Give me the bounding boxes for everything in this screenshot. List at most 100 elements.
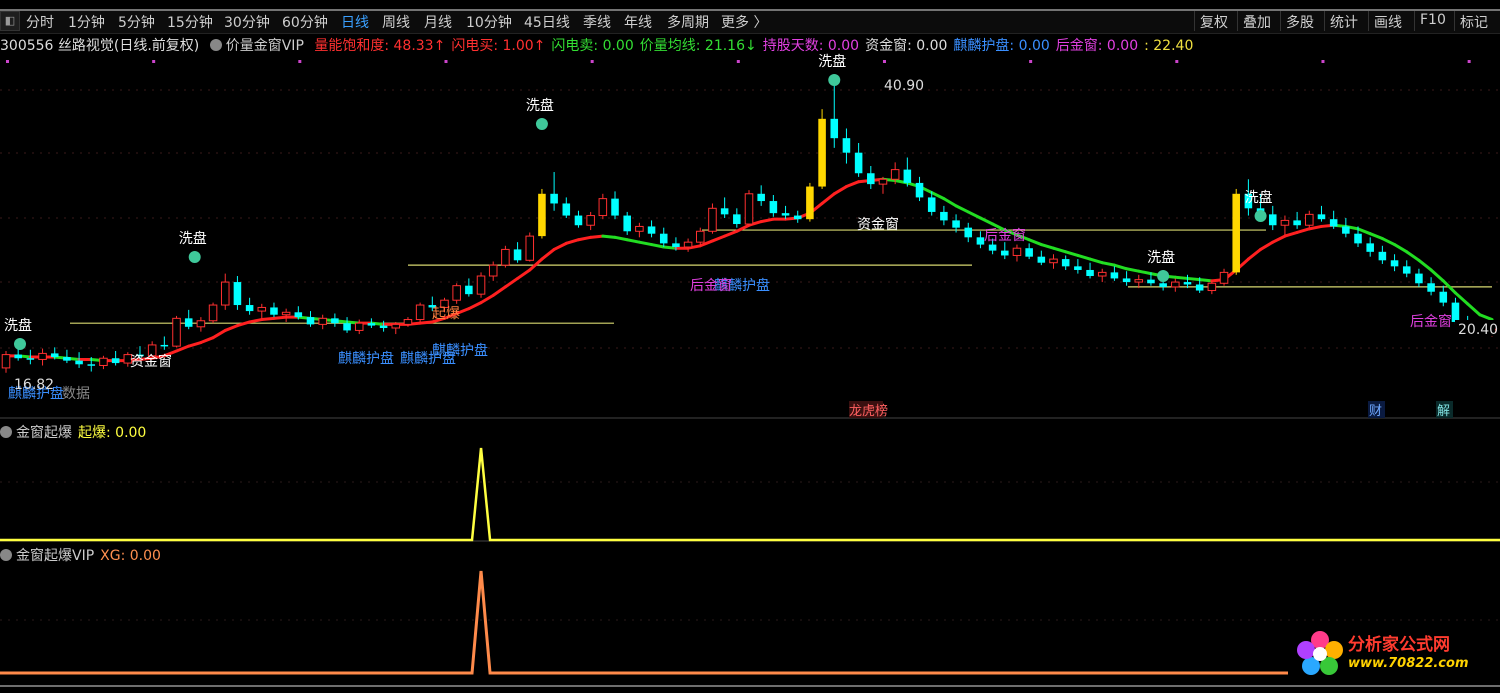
ma-segment xyxy=(723,229,739,238)
longhu-tag: 龙虎榜 xyxy=(849,403,888,419)
ma-segment xyxy=(662,245,678,250)
signal-dot xyxy=(736,60,740,63)
qibao-label: 起爆 xyxy=(432,306,460,322)
candle-body xyxy=(1280,219,1290,226)
flower-logo-icon xyxy=(1297,631,1343,675)
candle-body xyxy=(696,230,705,243)
candle-body xyxy=(1097,271,1107,277)
candle-body xyxy=(1342,226,1350,234)
candle-body xyxy=(160,344,169,347)
candle-body xyxy=(1427,283,1435,292)
qilin-label: 麒麟护盘 xyxy=(432,342,488,359)
candle-body xyxy=(1390,260,1399,267)
ma-segment xyxy=(1173,275,1189,280)
candle-body xyxy=(1329,219,1338,227)
ma-segment xyxy=(1246,247,1263,261)
xipan-marker-icon xyxy=(14,338,26,350)
candle-body xyxy=(367,323,376,326)
candle-body xyxy=(793,215,802,220)
watermark-url: www.70822.com xyxy=(1348,656,1469,671)
ma-segment xyxy=(187,341,203,348)
candle-body xyxy=(1037,256,1046,263)
candle-body xyxy=(927,197,936,212)
candle-body xyxy=(854,152,863,174)
candle-body xyxy=(598,198,608,217)
xipan-marker-icon xyxy=(188,251,201,263)
ma-segment xyxy=(540,247,556,261)
candle-body xyxy=(184,318,193,327)
sub2-value: XG: 0.00 xyxy=(100,548,161,564)
xipan-marker-icon xyxy=(1157,270,1170,282)
xipan-label: 洗盘 xyxy=(818,53,846,70)
ma-segment xyxy=(710,234,727,243)
ma-segment xyxy=(199,336,215,345)
candle-body xyxy=(842,138,851,153)
candle-body xyxy=(1268,214,1277,226)
ma-segment xyxy=(625,238,641,244)
ma-segment xyxy=(1417,258,1433,272)
ma-segment xyxy=(589,234,605,239)
xipan-label: 洗盘 xyxy=(526,97,554,114)
candle-body xyxy=(306,317,315,325)
candle-body xyxy=(1378,251,1387,261)
signal-dot xyxy=(1029,60,1033,63)
candle-body xyxy=(1074,266,1082,270)
ma-segment xyxy=(1064,250,1080,257)
candle-body xyxy=(75,360,83,365)
ma-segment xyxy=(1112,263,1129,271)
candle-body xyxy=(391,323,401,329)
candle-body xyxy=(233,282,242,306)
low-price-label: 16.82 xyxy=(14,377,54,393)
xipan-marker-icon xyxy=(1254,210,1267,222)
settings-icon[interactable] xyxy=(0,549,12,561)
candle-body xyxy=(38,352,47,360)
candle-body xyxy=(1171,281,1180,288)
ma-segment xyxy=(248,318,264,324)
ma-segment xyxy=(650,243,666,249)
candle-body xyxy=(952,220,960,228)
ma-segment xyxy=(552,241,568,251)
settings-icon[interactable] xyxy=(0,426,12,438)
ma-segment xyxy=(1137,269,1153,276)
candle-body xyxy=(1049,258,1058,264)
ma-segment xyxy=(613,235,629,242)
cai-tag: 财 xyxy=(1369,404,1382,419)
data-label: 数据 xyxy=(62,386,90,402)
ma-segment xyxy=(978,216,995,226)
ma-segment xyxy=(832,185,848,196)
ma-segment xyxy=(1076,253,1092,261)
candle-body xyxy=(1451,302,1460,322)
candle-body xyxy=(867,173,875,185)
ma-segment xyxy=(759,217,775,224)
ma-segment xyxy=(467,301,483,311)
signal-dot xyxy=(1175,60,1179,63)
candle-body xyxy=(1061,259,1070,267)
signal-dot xyxy=(152,60,156,63)
xipan-marker-icon xyxy=(535,118,548,130)
xipan-label: 洗盘 xyxy=(4,317,32,334)
xipan-label: 洗盘 xyxy=(1147,249,1175,266)
ma-segment xyxy=(1039,243,1056,250)
candle-body xyxy=(720,208,729,215)
ma-segment xyxy=(272,315,288,320)
signal-dot xyxy=(1467,60,1471,63)
ma-segment xyxy=(1125,267,1141,273)
candle-body xyxy=(878,178,888,185)
ma-segment xyxy=(1393,243,1409,254)
ma-segment xyxy=(1453,291,1470,306)
ma-segment xyxy=(1052,246,1068,254)
signal-dot xyxy=(444,60,448,63)
candle-body xyxy=(26,358,35,360)
candle-body xyxy=(744,193,754,225)
candle-body xyxy=(1122,278,1131,283)
ma-segment xyxy=(1307,224,1323,231)
chart-svg: 洗盘洗盘洗盘洗盘洗盘洗盘资金窗资金窗起爆麒麟护盘 麒麟护盘麒麟护盘麒麟护盘后金窗后… xyxy=(0,9,1500,687)
ma-segment xyxy=(637,240,654,247)
candle-body xyxy=(1232,193,1240,273)
candle-body xyxy=(611,198,619,216)
candle-body xyxy=(476,275,486,295)
xipan-marker-icon xyxy=(828,74,841,86)
watermark-title: 分析家公式网 xyxy=(1348,635,1450,655)
candle-body xyxy=(196,320,206,328)
ma-segment xyxy=(954,204,970,214)
